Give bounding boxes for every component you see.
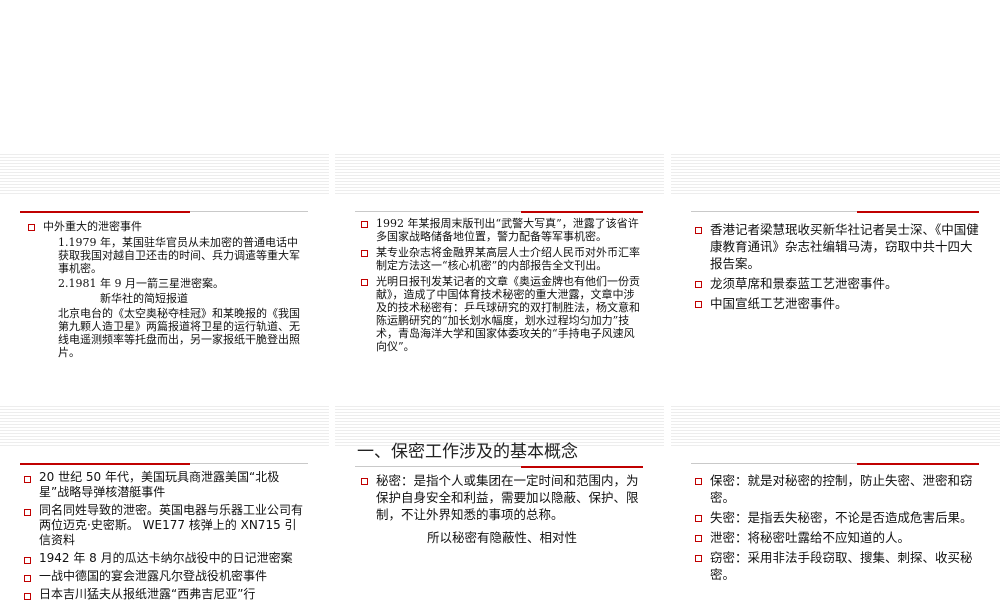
slide-red-bar <box>20 211 190 213</box>
slide-content: 20 世纪 50 年代，美国玩具商泄露美国“北极星”战略导弹核潜艇事件 同名同姓导… <box>24 470 306 600</box>
list-item: 20 世纪 50 年代，美国玩具商泄露美国“北极星”战略导弹核潜艇事件 <box>24 470 306 500</box>
slide-red-bar <box>521 466 643 468</box>
paragraph: 2.1981 年 9 月一箭三星泄密案。 <box>58 277 224 290</box>
bullet-list: 1992 年某报周末版刊出“武警大写真”，泄露了该省许多国家战略储备地位置，警力… <box>361 217 643 353</box>
list-item: 中国宣纸工艺泄密事件。 <box>695 295 979 312</box>
slide-red-bar <box>521 211 643 213</box>
bullet-list: 20 世纪 50 年代，美国玩具商泄露美国“北极星”战略导弹核潜艇事件 同名同姓导… <box>24 470 306 600</box>
paragraph: 1.1979 年，某国驻华官员从未加密的普通电话中获取我国对越自卫还击的时间、兵… <box>58 236 300 275</box>
slide-divider <box>190 463 308 464</box>
list-item: 1942 年 8 月的瓜达卡纳尔战役中的日记泄密案 <box>24 551 306 566</box>
slide-content: 中外重大的泄密事件 1.1979 年，某国驻华官员从未加密的普通电话中获取我国对越… <box>28 220 308 361</box>
list-item: 同名同姓导致的泄密。英国电器与乐器工业公司有两位迈克·史密斯。 WE177 核弹… <box>24 503 306 548</box>
slide-divider <box>691 211 857 212</box>
bullet-list: 香港记者梁慧珉收买新华社记者吴士深、《中国健康教育通讯》杂志社编辑马涛，窃取中共… <box>695 221 979 312</box>
definition-list: 秘密：是指个人或集团在一定时间和范围内，为保护自身安全和利益，需要加以隐蔽、保护… <box>361 472 643 523</box>
slide-divider <box>691 463 857 464</box>
list-item: 保密：就是对秘密的控制，防止失密、泄密和窃密。 <box>695 472 979 506</box>
list-item: 某专业杂志将金融界某高层人士介绍人民币对外币汇率制定方法这一“核心机密”的内部报… <box>361 246 643 272</box>
bullet-list: 中外重大的泄密事件 1.1979 年，某国驻华官员从未加密的普通电话中获取我国对越… <box>28 220 308 359</box>
slide-divider <box>190 211 308 212</box>
list-item: 光明日报刊发某记者的文章《奥运金牌也有他们一份贡献》，造成了中国体育技术秘密的重… <box>361 275 643 353</box>
slide-header-stripes <box>671 154 1000 196</box>
list-item: 一战中德国的宴会泄露凡尔登战役机密事件 <box>24 569 306 584</box>
slide-header-stripes <box>671 406 1000 448</box>
slide-1: 中外重大的泄密事件 1.1979 年，某国驻华官员从未加密的普通电话中获取我国对越… <box>0 154 329 400</box>
list-item: 中外重大的泄密事件 <box>28 220 308 233</box>
slide-red-bar <box>857 463 979 465</box>
list-item: 窃密：采用非法手段窃取、搜集、刺探、收买秘密。 <box>695 549 979 583</box>
slide-content: 保密：就是对秘密的控制，防止失密、泄密和窃密。失密：是指丢失秘密，不论是否造成危… <box>695 472 979 586</box>
slide-title: 一、保密工作涉及的基本概念 <box>357 442 578 462</box>
slide-header-stripes <box>0 154 329 196</box>
slide-note: 所以秘密有隐蔽性、相对性 <box>426 530 577 545</box>
slide-4: 20 世纪 50 年代，美国玩具商泄露美国“北极星”战略导弹核潜艇事件 同名同姓导… <box>0 406 329 600</box>
list-item: 失密：是指丢失秘密，不论是否造成危害后果。 <box>695 509 979 526</box>
slide-content: 秘密：是指个人或集团在一定时间和范围内，为保护自身安全和利益，需要加以隐蔽、保护… <box>361 472 643 546</box>
slide-3: 香港记者梁慧珉收买新华社记者吴士深、《中国健康教育通讯》杂志社编辑马涛，窃取中共… <box>671 154 1000 400</box>
slide-2: 1992 年某报周末版刊出“武警大写真”，泄露了该省许多国家战略储备地位置，警力… <box>335 154 664 400</box>
slide-content: 香港记者梁慧珉收买新华社记者吴士深、《中国健康教育通讯》杂志社编辑马涛，窃取中共… <box>695 221 979 315</box>
slide-6: 保密：就是对秘密的控制，防止失密、泄密和窃密。失密：是指丢失秘密，不论是否造成危… <box>671 406 1000 600</box>
slide-red-bar <box>20 463 190 465</box>
bullet-list: 秘密：是指个人或集团在一定时间和范围内，为保护自身安全和利益，需要加以隐蔽、保护… <box>361 472 643 523</box>
slide-header-stripes <box>335 154 664 196</box>
list-item: 1992 年某报周末版刊出“武警大写真”，泄露了该省许多国家战略储备地位置，警力… <box>361 217 643 243</box>
list-item: 香港记者梁慧珉收买新华社记者吴士深、《中国健康教育通讯》杂志社编辑马涛，窃取中共… <box>695 221 979 272</box>
bullet-list: 保密：就是对秘密的控制，防止失密、泄密和窃密。失密：是指丢失秘密，不论是否造成危… <box>695 472 979 583</box>
list-item: 秘密：是指个人或集团在一定时间和范围内，为保护自身安全和利益，需要加以隐蔽、保护… <box>361 472 643 523</box>
list-item: 龙须草席和景泰蓝工艺泄密事件。 <box>695 275 979 292</box>
slide-divider <box>355 211 521 212</box>
slide-red-bar <box>857 211 979 213</box>
slide-divider <box>355 466 521 467</box>
slide-content: 1992 年某报周末版刊出“武警大写真”，泄露了该省许多国家战略储备地位置，警力… <box>361 217 643 356</box>
list-item: 日本吉川猛夫从报纸泄露“西弗吉尼亚”行 <box>24 587 306 600</box>
paragraph: 北京电台的《太空奥秘夺桂冠》和某晚报的《我国第九颗人造卫星》两篇报道将卫星的运行… <box>58 307 300 359</box>
list-item: 泄密：将秘密吐露给不应知道的人。 <box>695 529 979 546</box>
paragraph: 新华社的简短报道 <box>100 292 188 305</box>
slide-5: 一、保密工作涉及的基本概念 秘密：是指个人或集团在一定时间和范围内，为保护自身安… <box>335 406 664 600</box>
slide-header-stripes <box>0 406 329 448</box>
